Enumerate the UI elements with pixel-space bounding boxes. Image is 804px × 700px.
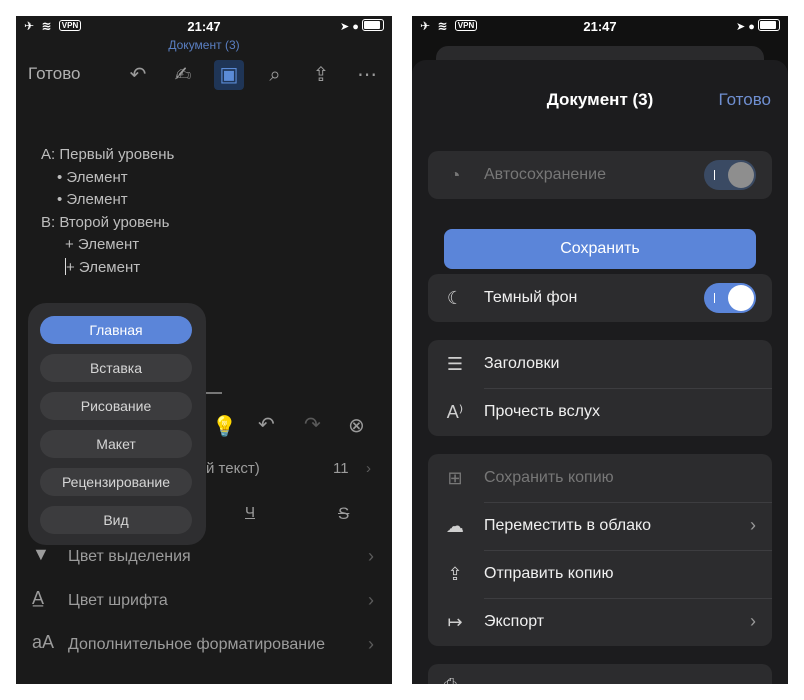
save-copy-label: Сохранить копию: [484, 469, 614, 486]
read-aloud-label: Прочесть вслух: [484, 403, 600, 420]
headings-row[interactable]: ☰ Заголовки: [428, 340, 772, 388]
autosave-card: ◔ Автосохранение: [428, 151, 772, 199]
lightbulb-icon[interactable]: 💡: [212, 414, 237, 439]
font-color-row[interactable]: A̲ Цвет шрифта ›: [16, 580, 392, 624]
move-to-cloud-row[interactable]: ☁ Переместить в облако ›: [428, 502, 772, 550]
move-to-cloud-label: Переместить в облако: [484, 517, 652, 534]
more-formatting-label: Дополнительное форматирование: [68, 636, 325, 653]
chevron-right-icon: ›: [368, 634, 374, 654]
search-icon[interactable]: ⌕: [260, 60, 290, 90]
print-icon[interactable]: ⎙: [444, 676, 457, 684]
cloud-icon: ☁: [446, 516, 464, 536]
read-aloud-row[interactable]: A⁾ Прочесть вслух: [428, 388, 772, 436]
done-button[interactable]: Готово: [719, 90, 772, 110]
tab-home[interactable]: Главная: [40, 316, 192, 344]
export-label: Экспорт: [484, 613, 545, 630]
save-copy-row[interactable]: ⊞ Сохранить копию: [428, 454, 772, 502]
status-bar: ✈ ≋ VPN 21:47 ➤ ●: [16, 16, 392, 38]
chevron-right-icon: ›: [750, 515, 756, 535]
status-bar: ✈ ≋ VPN 21:47 ➤ ●: [412, 16, 788, 38]
left-screen: ✈ ≋ VPN 21:47 ➤ ● Документ (3) Готово ↶ …: [16, 16, 392, 684]
tab-insert[interactable]: Вставка: [40, 354, 192, 382]
tab-view[interactable]: Вид: [40, 506, 192, 534]
status-icons-right: ➤ ●: [736, 19, 780, 33]
doc-line: A: Первый уровень: [41, 146, 175, 163]
file-actions-card: ⊞ Сохранить копию ☁ Переместить в облако…: [428, 454, 772, 646]
doc-line: • Элемент: [57, 168, 128, 186]
save-button[interactable]: Сохранить: [444, 229, 756, 269]
font-color-label: Цвет шрифта: [68, 592, 168, 609]
draw-pen-icon[interactable]: ✍: [168, 60, 198, 90]
moon-icon: ☾: [446, 288, 464, 308]
autosave-row: ◔ Автосохранение: [428, 151, 772, 199]
dark-bg-toggle[interactable]: [704, 283, 756, 313]
doc-line: + Элемент: [65, 236, 140, 253]
autosave-icon: ◔: [449, 165, 461, 185]
share-icon[interactable]: ⇪: [306, 60, 336, 90]
save-copy-icon: ⊞: [447, 468, 463, 488]
list-icon: ☰: [446, 354, 464, 374]
tab-switcher-menu: Главная Вставка Рисование Макет Рецензир…: [28, 303, 206, 545]
headings-label: Заголовки: [484, 355, 560, 372]
doc-line: • Элемент: [57, 191, 128, 208]
export-row[interactable]: ↦ Экспорт ›: [428, 598, 772, 646]
redo-icon[interactable]: ↷: [304, 412, 321, 437]
chevron-right-icon: ›: [750, 611, 756, 631]
highlighter-icon: ▼: [32, 544, 50, 564]
more-formatting-row[interactable]: aA Дополнительное форматирование ›: [16, 624, 392, 668]
ribbon-divider: [204, 392, 222, 394]
reading-mode-icon[interactable]: ▣: [214, 60, 244, 90]
autosave-label: Автосохранение: [484, 166, 606, 183]
share-icon: ⇪: [447, 564, 463, 584]
editor-toolbar: Готово ↶ ✍ ▣ ⌕ ⇪ ⋯: [16, 60, 392, 100]
status-time: 21:47: [583, 19, 617, 34]
chevron-right-icon: ›: [366, 460, 371, 477]
tab-draw[interactable]: Рисование: [40, 392, 192, 420]
close-ribbon-icon[interactable]: ⊗: [348, 413, 365, 438]
highlight-color-label: Цвет выделения: [68, 548, 191, 565]
more-icon[interactable]: ⋯: [352, 60, 382, 90]
undo-icon[interactable]: ↶: [123, 60, 153, 90]
underline-button[interactable]: Ч: [245, 504, 255, 521]
dark-bg-card: ☾ Темный фон: [428, 274, 772, 322]
tab-review[interactable]: Рецензирование: [40, 468, 192, 496]
autosave-toggle[interactable]: [704, 160, 756, 190]
done-button[interactable]: Готово: [28, 64, 81, 84]
export-icon: ↦: [447, 612, 463, 632]
battery-icon: [758, 19, 780, 31]
send-copy-row[interactable]: ⇪ Отправить копию: [428, 550, 772, 598]
next-card-partial: ⎙: [428, 664, 772, 684]
doc-line: B: Второй уровень: [41, 213, 170, 231]
text-size-icon: aA: [32, 632, 55, 652]
battery-icon: [362, 19, 384, 31]
right-screen: ✈ ≋ VPN 21:47 ➤ ● Документ (3) Готово ◔ …: [412, 16, 788, 684]
font-color-icon: A̲: [32, 588, 45, 608]
read-aloud-icon: A⁾: [446, 402, 464, 422]
doc-line-text: + Элемент: [66, 258, 141, 276]
doc-line-with-cursor: + Элемент: [41, 257, 174, 280]
chevron-right-icon: ›: [368, 546, 374, 566]
font-size-value[interactable]: 11: [333, 460, 349, 477]
document-content[interactable]: A: Первый уровень • Элемент • Элемент B:…: [41, 144, 174, 279]
reading-card: ☰ Заголовки A⁾ Прочесть вслух: [428, 340, 772, 436]
strikethrough-button[interactable]: S: [338, 504, 349, 524]
status-time: 21:47: [187, 19, 221, 34]
status-icons-right: ➤ ●: [340, 19, 384, 33]
tab-layout[interactable]: Макет: [40, 430, 192, 458]
chevron-right-icon: ›: [368, 590, 374, 610]
undo-icon[interactable]: ↶: [258, 412, 275, 437]
font-name-partial[interactable]: й текст): [206, 460, 260, 477]
document-title: Документ (3): [168, 38, 240, 52]
send-copy-label: Отправить копию: [484, 565, 614, 582]
dark-bg-label: Темный фон: [484, 289, 578, 306]
dark-bg-row: ☾ Темный фон: [428, 274, 772, 322]
